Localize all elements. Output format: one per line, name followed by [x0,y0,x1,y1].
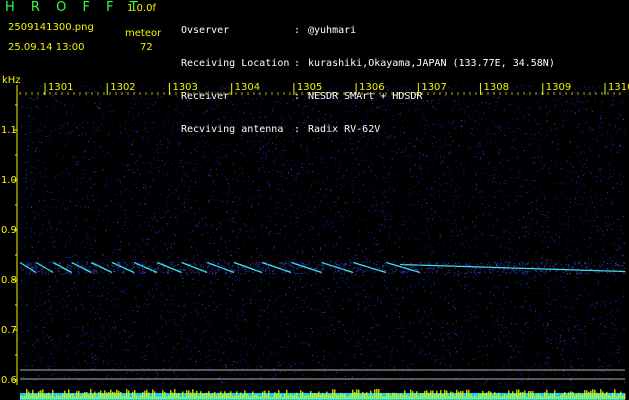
x-tick-label: 1304 [235,82,260,93]
x-tick-label: 1302 [110,82,135,93]
x-tick-label: 1307 [421,82,446,93]
metadata-row-observer: Ovserver: @yuhmari [181,25,555,36]
x-tick-label: 1310 [608,82,629,93]
axes: 1.1 1.0 0.9 0.8 0.7 0.6 1301 1302 1303 1304 1305 13… [1,82,629,386]
metadata-separator: : [294,58,301,69]
x-tick-label: 1303 [172,82,197,93]
x-tick-label: 1305 [297,82,322,93]
spectrogram-plot: 1.1 1.0 0.9 0.8 0.7 0.6 1301 1302 1303 1304 1305 13… [1,82,629,400]
y-tick-label: 1.0 [1,175,17,186]
x-tick-label: 1309 [546,82,571,93]
meteor-count: 72 [140,42,153,53]
x-tick-label: 1306 [359,82,384,93]
mode-label: meteor [125,28,162,39]
metadata-value: @yuhmari [308,25,357,36]
timestamp-label: 25.09.14 13:00 [8,42,85,53]
metadata-row-location: Receiving Location: kurashiki,Okayama,JAP… [181,58,555,69]
version-label: 1.0.0f [127,3,156,14]
metadata-key: Receiving Location [181,58,290,69]
y-tick-label: 0.8 [1,275,17,286]
carrier-signal [19,261,626,275]
x-tick-label: 1301 [48,82,73,93]
metadata-separator: : [294,25,301,36]
noise-speckle-bright [20,85,626,386]
y-tick-label: 1.1 [1,125,17,136]
metadata-value: kurashiki,Okayama,JAPAN (133.77E, 34.58N… [308,58,555,69]
baseline-noise-bar [20,389,626,400]
app-title: H R O F F T [5,0,144,15]
filename-label: 2509141300.png [8,22,94,33]
x-tick-label: 1308 [484,82,509,93]
noise-field [20,85,626,386]
y-tick-label: 0.6 [1,375,17,386]
y-tick-label: 0.7 [1,325,17,336]
y-tick-label: 0.9 [1,225,17,236]
metadata-key: Ovserver [181,25,230,36]
